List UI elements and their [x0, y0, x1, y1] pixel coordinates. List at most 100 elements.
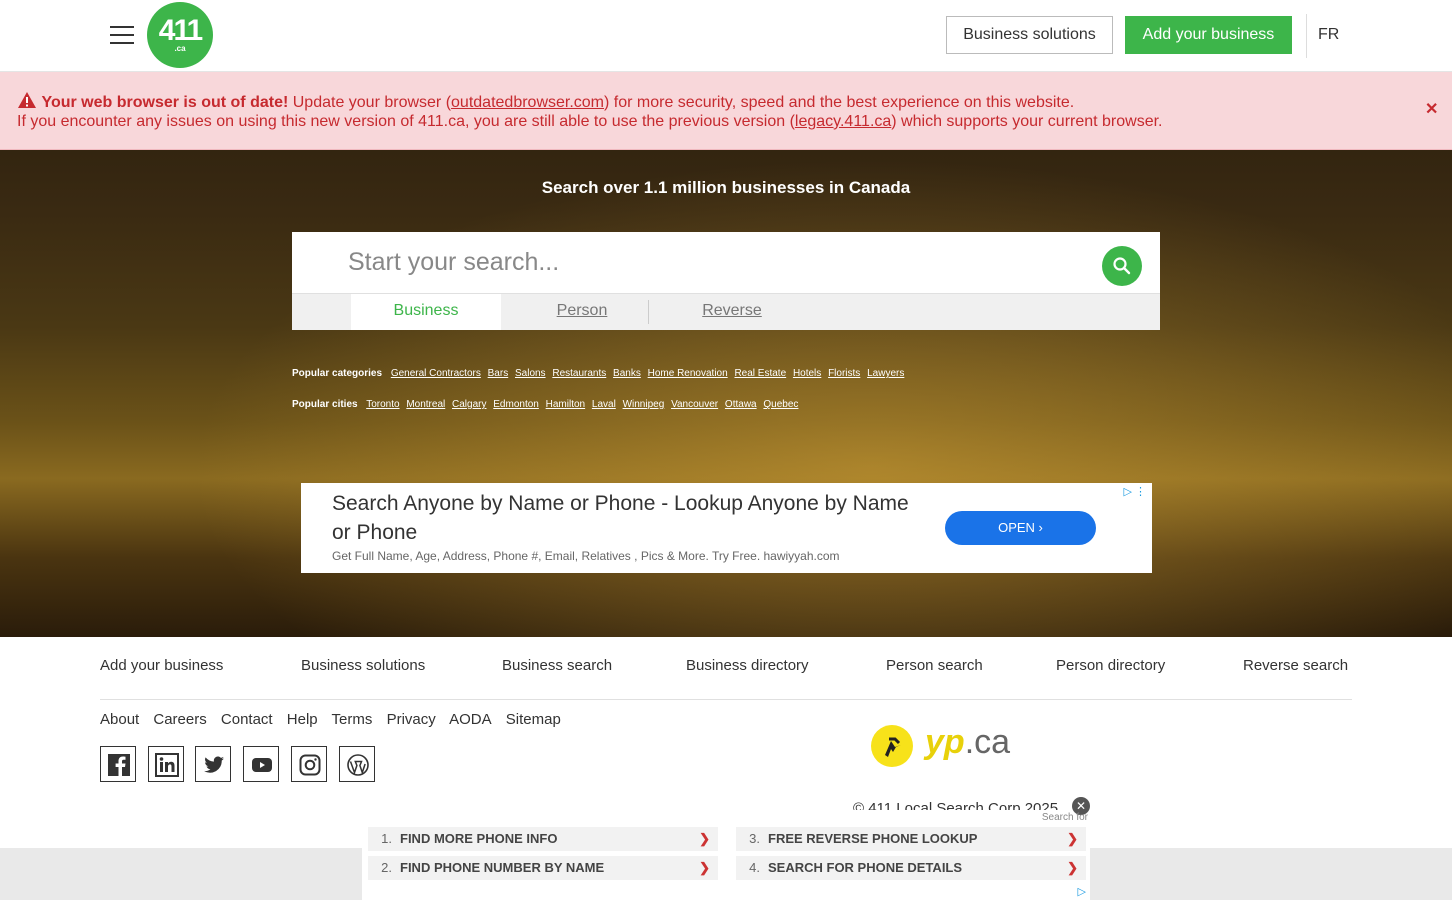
- legacy-site-link[interactable]: legacy.411.ca: [795, 113, 891, 130]
- city-link[interactable]: Laval: [592, 399, 616, 410]
- category-link[interactable]: Bars: [488, 368, 509, 379]
- wordpress-icon[interactable]: [339, 746, 375, 782]
- category-link[interactable]: Florists: [828, 368, 860, 379]
- footer-nav-person-search[interactable]: Person search: [886, 657, 983, 674]
- ad-open-button[interactable]: OPEN ›: [945, 511, 1096, 545]
- ad-item-number: 2.: [381, 860, 392, 875]
- footer-link-privacy[interactable]: Privacy: [387, 711, 436, 728]
- footer-nav: Add your business Business solutions Bus…: [100, 637, 1352, 700]
- display-ad[interactable]: Search Anyone by Name or Phone - Lookup …: [301, 483, 1152, 573]
- close-icon[interactable]: ✕: [1425, 99, 1438, 119]
- city-link[interactable]: Ottawa: [725, 399, 757, 410]
- city-link[interactable]: Quebec: [763, 399, 798, 410]
- twitter-icon[interactable]: [195, 746, 231, 782]
- ad-search-link[interactable]: 3. FREE REVERSE PHONE LOOKUP ❯: [736, 827, 1086, 851]
- search-box: Business Person Reverse: [292, 232, 1160, 330]
- bottom-search-ad[interactable]: ✕ Search for 1. FIND MORE PHONE INFO ❯ 3. F…: [362, 797, 1090, 900]
- yp-logo[interactable]: yp.ca: [871, 723, 1031, 773]
- ad-item-number: 4.: [749, 860, 760, 875]
- linkedin-icon[interactable]: [148, 746, 184, 782]
- footer-link-terms[interactable]: Terms: [332, 711, 373, 728]
- ad-item-text: FREE REVERSE PHONE LOOKUP: [768, 831, 978, 846]
- browser-warning-banner: Your web browser is out of date! Update …: [0, 72, 1452, 150]
- ad-search-link[interactable]: 2. FIND PHONE NUMBER BY NAME ❯: [368, 856, 718, 880]
- tab-divider: [648, 300, 649, 324]
- yp-walking-fingers-icon: [871, 725, 913, 767]
- chevron-right-icon: ❯: [1067, 831, 1078, 846]
- chevron-right-icon: ❯: [699, 860, 710, 875]
- footer-nav-reverse-search[interactable]: Reverse search: [1243, 657, 1348, 674]
- chevron-right-icon: ❯: [699, 831, 710, 846]
- search-tabs: Business Person Reverse: [292, 293, 1160, 330]
- tab-reverse[interactable]: Reverse: [657, 294, 807, 330]
- category-link[interactable]: Hotels: [793, 368, 821, 379]
- warning-text: ) for more security, speed and the best …: [604, 94, 1075, 111]
- category-link[interactable]: Lawyers: [867, 368, 904, 379]
- category-link[interactable]: Banks: [613, 368, 641, 379]
- warning-icon: [17, 91, 37, 114]
- footer-link-help[interactable]: Help: [287, 711, 318, 728]
- ad-item-text: SEARCH FOR PHONE DETAILS: [768, 860, 963, 875]
- ad-search-link[interactable]: 1. FIND MORE PHONE INFO ❯: [368, 827, 718, 851]
- category-link[interactable]: Home Renovation: [648, 368, 728, 379]
- ad-description: Get Full Name, Age, Address, Phone #, Em…: [332, 549, 840, 563]
- city-link[interactable]: Edmonton: [493, 399, 539, 410]
- site-header: 411 .ca Business solutions Add your busi…: [0, 0, 1452, 72]
- yp-suffix: .ca: [964, 723, 1011, 761]
- footer-links: About Careers Contact Help Terms Privacy…: [100, 711, 571, 728]
- category-link[interactable]: Salons: [515, 368, 546, 379]
- ad-search-link[interactable]: 4. SEARCH FOR PHONE DETAILS ❯: [736, 856, 1086, 880]
- category-link[interactable]: Real Estate: [734, 368, 786, 379]
- footer-nav-person-directory[interactable]: Person directory: [1056, 657, 1165, 674]
- menu-icon[interactable]: [110, 26, 134, 46]
- logo-number: 411: [158, 14, 203, 47]
- warning-text: If you encounter any issues on using thi…: [17, 113, 795, 130]
- youtube-icon[interactable]: [243, 746, 279, 782]
- footer-link-contact[interactable]: Contact: [221, 711, 273, 728]
- footer-link-about[interactable]: About: [100, 711, 139, 728]
- city-link[interactable]: Winnipeg: [623, 399, 665, 410]
- search-for-label: Search for: [1041, 812, 1088, 823]
- ad-choices-icon[interactable]: ▷: [1078, 885, 1086, 898]
- footer-nav-business-solutions[interactable]: Business solutions: [301, 657, 425, 674]
- yp-wordmark: yp.ca: [925, 723, 1010, 762]
- divider: [1306, 14, 1307, 58]
- popular-categories-label: Popular categories: [292, 368, 383, 379]
- search-button[interactable]: [1102, 246, 1142, 286]
- search-icon: [1113, 257, 1131, 275]
- outdated-browser-link[interactable]: outdatedbrowser.com: [451, 94, 604, 111]
- yp-brand: yp: [925, 723, 965, 761]
- warning-line-1: Your web browser is out of date! Update …: [17, 91, 1074, 114]
- ad-open-label: OPEN: [998, 520, 1035, 535]
- city-link[interactable]: Calgary: [452, 399, 486, 410]
- ad-title[interactable]: Search Anyone by Name or Phone - Lookup …: [332, 489, 932, 547]
- city-link[interactable]: Montreal: [406, 399, 445, 410]
- city-link[interactable]: Vancouver: [671, 399, 718, 410]
- language-toggle[interactable]: FR: [1318, 26, 1339, 44]
- category-link[interactable]: Restaurants: [552, 368, 606, 379]
- city-link[interactable]: Hamilton: [546, 399, 585, 410]
- ad-item-number: 1.: [381, 831, 392, 846]
- instagram-icon[interactable]: [291, 746, 327, 782]
- business-solutions-button[interactable]: Business solutions: [946, 16, 1113, 54]
- facebook-icon[interactable]: [100, 746, 136, 782]
- warning-text: Update your browser (: [288, 94, 452, 111]
- add-business-button[interactable]: Add your business: [1125, 16, 1292, 54]
- footer-nav-business-search[interactable]: Business search: [502, 657, 612, 674]
- footer-link-careers[interactable]: Careers: [153, 711, 206, 728]
- ad-choices-icon[interactable]: ▷ ⋮: [1123, 485, 1146, 498]
- category-link[interactable]: General Contractors: [391, 368, 481, 379]
- tab-business[interactable]: Business: [351, 294, 501, 330]
- popular-cities: Popular cities Toronto Montreal Calgary …: [292, 399, 802, 410]
- footer-nav-business-directory[interactable]: Business directory: [686, 657, 809, 674]
- footer-nav-add-business[interactable]: Add your business: [100, 657, 223, 674]
- search-input[interactable]: [348, 244, 1088, 280]
- popular-categories: Popular categories General Contractors B…: [292, 368, 908, 379]
- tab-person[interactable]: Person: [507, 294, 657, 330]
- site-logo[interactable]: 411 .ca: [147, 2, 213, 68]
- warning-title: Your web browser is out of date!: [41, 94, 289, 111]
- footer-link-aoda[interactable]: AODA: [449, 711, 492, 728]
- ad-item-number: 3.: [749, 831, 760, 846]
- city-link[interactable]: Toronto: [366, 399, 399, 410]
- footer-link-sitemap[interactable]: Sitemap: [506, 711, 561, 728]
